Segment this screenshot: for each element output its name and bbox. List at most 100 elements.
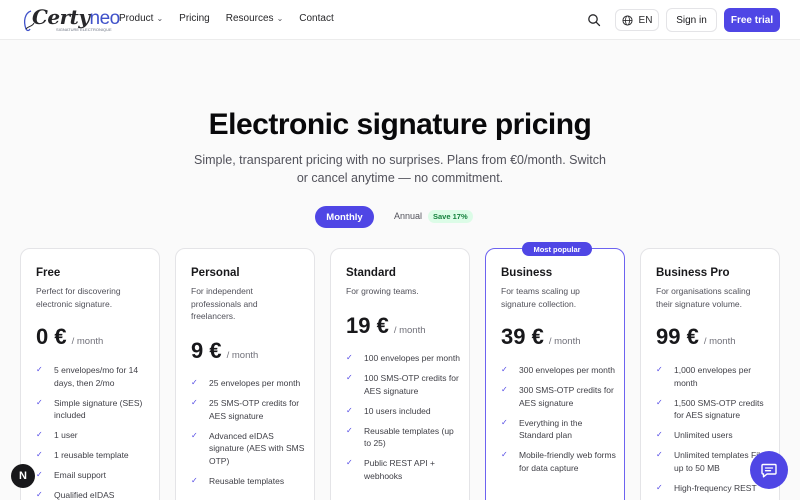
check-icon: ✓: [656, 397, 663, 407]
feature-item: ✓ Reusable templates (up to 25): [346, 425, 454, 449]
search-icon[interactable]: [587, 13, 601, 27]
language-selector[interactable]: EN: [615, 9, 659, 31]
feature-item: ✓ 100 envelopes per month: [346, 353, 460, 363]
feature-item: ✓ Reusable templates: [191, 475, 285, 486]
nextjs-dev-badge[interactable]: N: [11, 464, 35, 488]
check-icon: ✓: [36, 430, 43, 439]
feature-list: ✓ 100 envelopes per month ✓ 100 SMS-OTP cr…: [346, 352, 461, 490]
chat-button[interactable]: [750, 451, 788, 489]
feature-item: ✓ 10 users included: [346, 405, 431, 416]
feature-item: ✓ Everything in the Standard plan: [501, 417, 583, 441]
feature-item: ✓ 25 envelopes per month: [191, 378, 301, 388]
feature-list: ✓ 300 envelopes per month ✓ 300 SMS-OTP cr…: [501, 364, 616, 482]
chevron-down-icon: ⌄: [156, 14, 164, 23]
feature-item: ✓ Simple signature (SES) included: [36, 397, 143, 421]
feature-item: ✓ 1,500 SMS-OTP credits for AES signature: [656, 397, 764, 421]
logo[interactable]: Certyneo SIGNATURE ÉLECTRONIQUE: [22, 5, 120, 35]
price-period: / month: [548, 336, 581, 347]
check-icon: ✓: [36, 450, 43, 459]
page-title: Electronic signature pricing: [208, 108, 592, 141]
logo-tagline: SIGNATURE ÉLECTRONIQUE: [56, 27, 112, 32]
price-amount: 99 €: [656, 324, 699, 349]
plan-price: 39 € / month: [501, 324, 581, 350]
check-icon: ✓: [191, 378, 198, 387]
feature-item: ✓ 5 envelopes/mo for 14 days, then 2/mo: [36, 365, 139, 388]
plan-name: Business: [501, 267, 553, 279]
plan-price: 9 € / month: [191, 338, 258, 364]
price-period: / month: [226, 350, 259, 361]
price-period: / month: [393, 325, 426, 336]
chevron-down-icon: ⌄: [276, 14, 284, 23]
free-trial-button[interactable]: Free trial: [724, 8, 780, 32]
feature-item: ✓ Mobile-friendly web forms for data capt…: [501, 450, 616, 473]
check-icon: ✓: [346, 353, 353, 362]
billing-monthly-toggle[interactable]: Monthly: [315, 206, 374, 228]
nav-contact[interactable]: Contact: [299, 13, 333, 24]
chat-bubble-icon: [761, 463, 777, 478]
feature-item: ✓ Unlimited users: [656, 430, 733, 440]
feature-list: ✓ 5 envelopes/mo for 14 days, then 2/mo ✓…: [36, 364, 151, 500]
page-subtitle: Simple, transparent pricing with no surp…: [194, 153, 606, 185]
check-icon: ✓: [191, 430, 198, 440]
check-icon: ✓: [501, 385, 508, 394]
check-icon: ✓: [36, 397, 43, 407]
check-icon: ✓: [501, 365, 508, 374]
feature-item: ✓ 300 envelopes per month: [501, 365, 615, 375]
feature-item: ✓ Advanced eIDAS signature (AES with SMS …: [191, 430, 305, 466]
nav-product[interactable]: Product ⌄: [119, 13, 163, 24]
nav-pricing[interactable]: Pricing: [179, 13, 210, 24]
feature-item: ✓ 1 user: [36, 430, 78, 440]
plan-price: 0 € / month: [36, 324, 103, 350]
feature-item: ✓ 300 SMS-OTP credits for AES signature: [501, 385, 614, 408]
check-icon: ✓: [346, 405, 353, 415]
feature-item: ✓ Public REST API + webhooks: [346, 458, 435, 481]
feature-list: ✓ 25 envelopes per month ✓ 25 SMS-OTP cred…: [191, 377, 306, 495]
check-icon: ✓: [36, 490, 43, 499]
site-header: Certyneo SIGNATURE ÉLECTRONIQUE Product ⌄…: [0, 0, 800, 40]
plan-description: For teams scaling up signature collectio…: [501, 286, 580, 309]
feature-item: ✓ 1 reusable template: [36, 450, 129, 460]
plan-name: Standard: [346, 267, 396, 279]
main-nav: Product ⌄ Pricing Resources ⌄ Contact: [119, 13, 350, 24]
check-icon: ✓: [656, 450, 663, 459]
plan-description: Perfect for discovering electronic signa…: [36, 286, 121, 309]
plan-name: Business Pro: [656, 267, 730, 279]
billing-annual-toggle[interactable]: Annual: [394, 211, 422, 221]
check-icon: ✓: [346, 458, 353, 467]
globe-icon: [622, 14, 633, 26]
plan-card-personal[interactable]: Personal For independent professionals a…: [175, 248, 315, 500]
plan-price: 99 € / month: [656, 324, 736, 350]
feature-item: ✓ High-frequency REST: [656, 482, 757, 493]
feature-item: ✓ 25 SMS-OTP credits for AES signature: [191, 398, 300, 421]
check-icon: ✓: [656, 430, 663, 439]
feature-item: ✓ Qualified eIDAS: [36, 490, 115, 500]
feature-item: ✓ 1,000 envelopes per month: [656, 365, 752, 388]
price-amount: 39 €: [501, 324, 544, 349]
plan-description: For organisations scaling their signatur…: [656, 286, 751, 309]
plan-card-free[interactable]: Free Perfect for discovering electronic …: [20, 248, 160, 500]
check-icon: ✓: [346, 425, 353, 435]
feature-item: ✓ Email support: [36, 470, 106, 480]
check-icon: ✓: [346, 373, 353, 382]
plan-card-business[interactable]: Most popular Business For teams scaling …: [485, 242, 625, 500]
plan-card-standard[interactable]: Standard For growing teams. 19 € / month…: [330, 248, 470, 500]
check-icon: ✓: [656, 365, 663, 374]
plan-description: For growing teams.: [346, 286, 419, 296]
check-icon: ✓: [36, 470, 43, 479]
price-amount: 9 €: [191, 338, 222, 363]
save-badge: Save 17%: [428, 210, 473, 223]
language-label: EN: [638, 14, 653, 26]
most-popular-badge: Most popular: [522, 242, 592, 256]
check-icon: ✓: [191, 398, 198, 407]
nav-resources[interactable]: Resources ⌄: [226, 13, 284, 24]
plan-description: For independent professionals and freela…: [191, 286, 258, 321]
check-icon: ✓: [36, 365, 43, 374]
price-period: / month: [71, 336, 104, 347]
sign-in-button[interactable]: Sign in: [666, 8, 717, 32]
plan-name: Personal: [191, 267, 240, 279]
price-amount: 19 €: [346, 313, 389, 338]
check-icon: ✓: [656, 482, 663, 492]
plan-price: 19 € / month: [346, 313, 426, 339]
feature-item: ✓ 100 SMS-OTP credits for AES signature: [346, 373, 459, 396]
price-amount: 0 €: [36, 324, 67, 349]
